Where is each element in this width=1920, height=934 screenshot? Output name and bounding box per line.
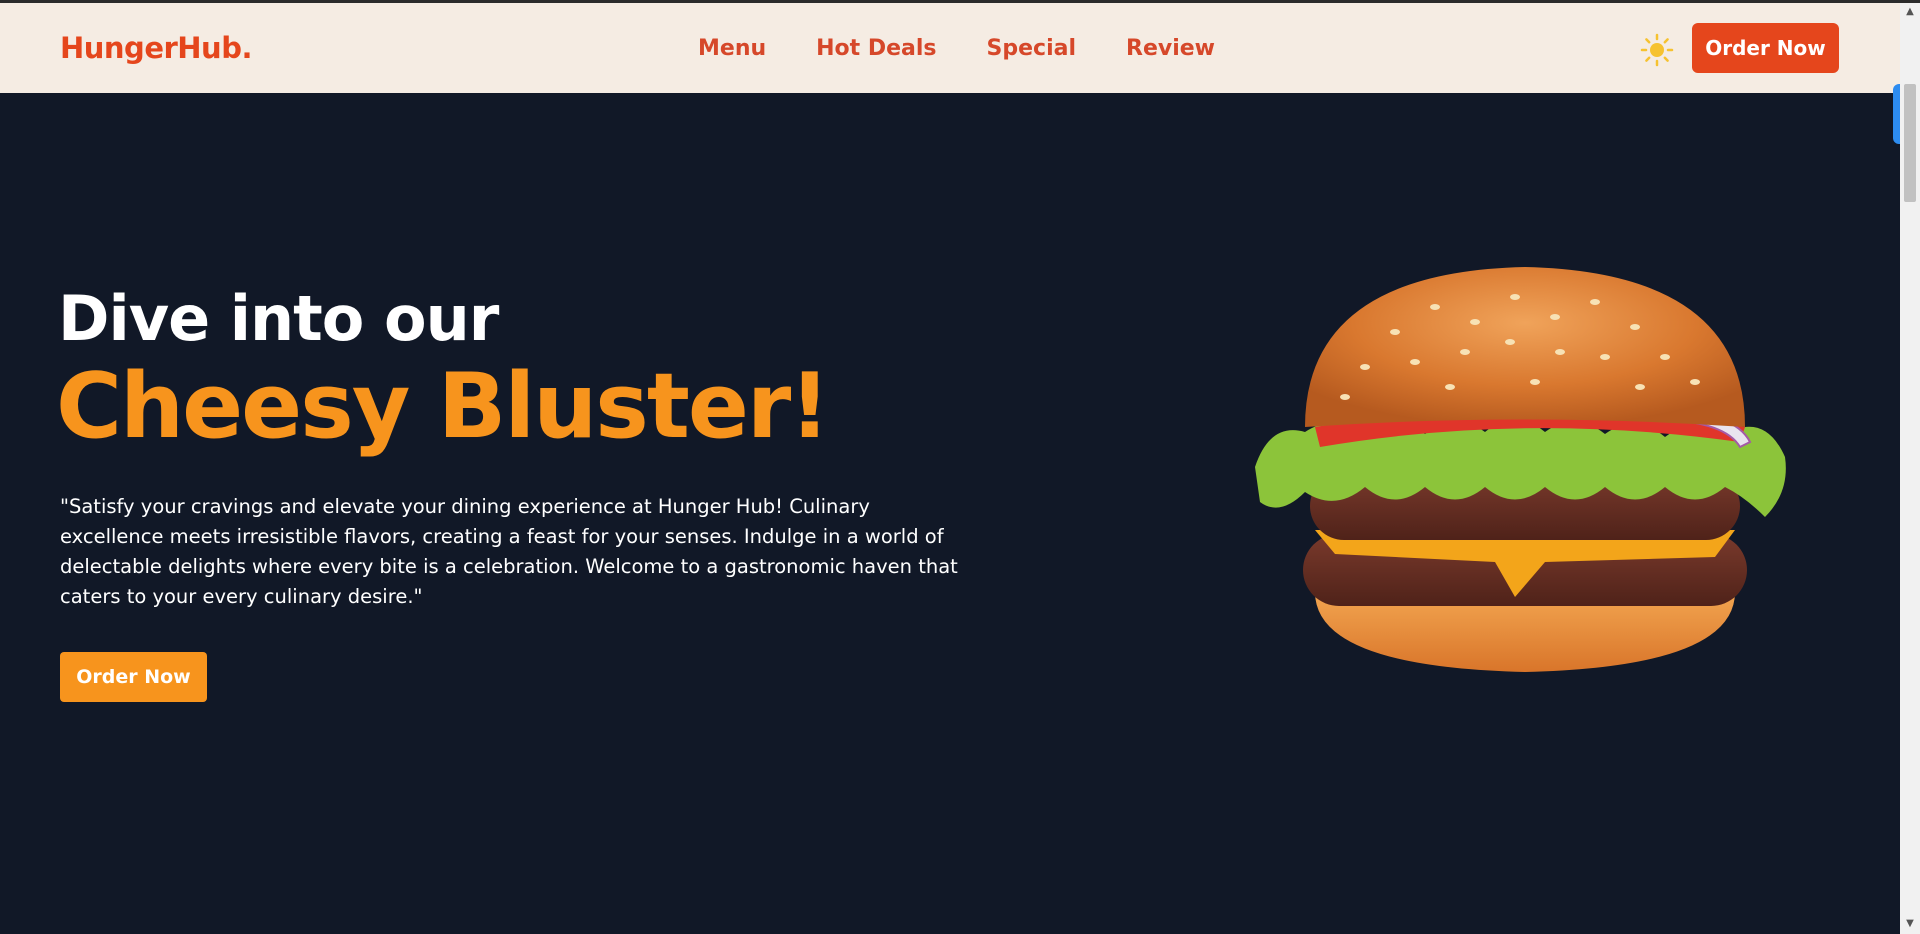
brand-logo[interactable]: HungerHub. (60, 31, 252, 65)
scroll-down-icon[interactable]: ▼ (1904, 918, 1916, 930)
navbar: HungerHub. Menu Hot Deals Special Review… (0, 3, 1900, 93)
nav-link-review[interactable]: Review (1126, 36, 1215, 61)
burger-image (1245, 262, 1805, 682)
hero-description: "Satisfy your cravings and elevate your … (60, 495, 958, 608)
scrollbar-thumb[interactable] (1904, 84, 1916, 202)
hero-order-now-button[interactable]: Order Now (60, 652, 207, 702)
hero-heading: Dive into our (58, 282, 499, 355)
scroll-up-icon[interactable]: ▲ (1904, 6, 1916, 18)
sun-icon[interactable] (1640, 33, 1674, 67)
nav-link-hot-deals[interactable]: Hot Deals (816, 36, 936, 61)
nav-link-menu[interactable]: Menu (698, 36, 766, 61)
hero-highlight-heading: Cheesy Bluster! (56, 354, 830, 459)
nav-order-now-button[interactable]: Order Now (1692, 23, 1839, 73)
nav-links: Menu Hot Deals Special Review (698, 36, 1215, 61)
nav-link-special[interactable]: Special (987, 36, 1076, 61)
